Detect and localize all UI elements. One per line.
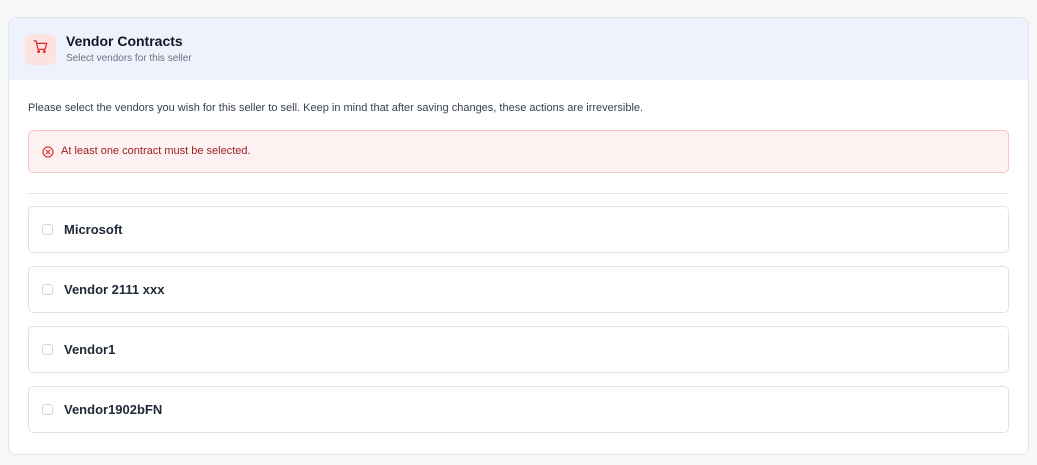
error-alert: At least one contract must be selected. — [28, 130, 1009, 173]
vendor-list: Microsoft Vendor 2111 xxx Vendor1 Vendor… — [28, 206, 1009, 433]
card-body: Please select the vendors you wish for t… — [9, 102, 1028, 433]
vendor-option-vendor1902bfn[interactable]: Vendor1902bFN — [28, 386, 1009, 433]
vendor-option-microsoft[interactable]: Microsoft — [28, 206, 1009, 253]
panel-subtitle: Select vendors for this seller — [66, 53, 192, 64]
shopping-cart-icon — [33, 39, 48, 59]
vendor-option-vendor1[interactable]: Vendor1 — [28, 326, 1009, 373]
panel-title: Vendor Contracts — [66, 33, 183, 49]
vendor-checkbox[interactable] — [42, 224, 53, 235]
card-header: Vendor Contracts Select vendors for this… — [9, 18, 1028, 80]
vendor-label: Vendor1902bFN — [64, 401, 163, 417]
vendor-option-vendor-2111-xxx[interactable]: Vendor 2111 xxx — [28, 266, 1009, 313]
alert-message: At least one contract must be selected. — [61, 145, 251, 157]
vendor-label: Microsoft — [64, 221, 123, 237]
vendor-checkbox[interactable] — [42, 284, 53, 295]
cart-icon-tile — [25, 33, 56, 65]
header-text: Vendor Contracts Select vendors for this… — [66, 33, 192, 65]
intro-text: Please select the vendors you wish for t… — [28, 102, 644, 114]
divider — [28, 193, 1009, 194]
vendor-contracts-card: Vendor Contracts Select vendors for this… — [8, 17, 1029, 455]
vendor-checkbox[interactable] — [42, 344, 53, 355]
error-circle-x-icon — [41, 145, 54, 158]
vendor-label: Vendor 2111 xxx — [64, 281, 165, 297]
vendor-label: Vendor1 — [64, 341, 116, 357]
vendor-checkbox[interactable] — [42, 404, 53, 415]
